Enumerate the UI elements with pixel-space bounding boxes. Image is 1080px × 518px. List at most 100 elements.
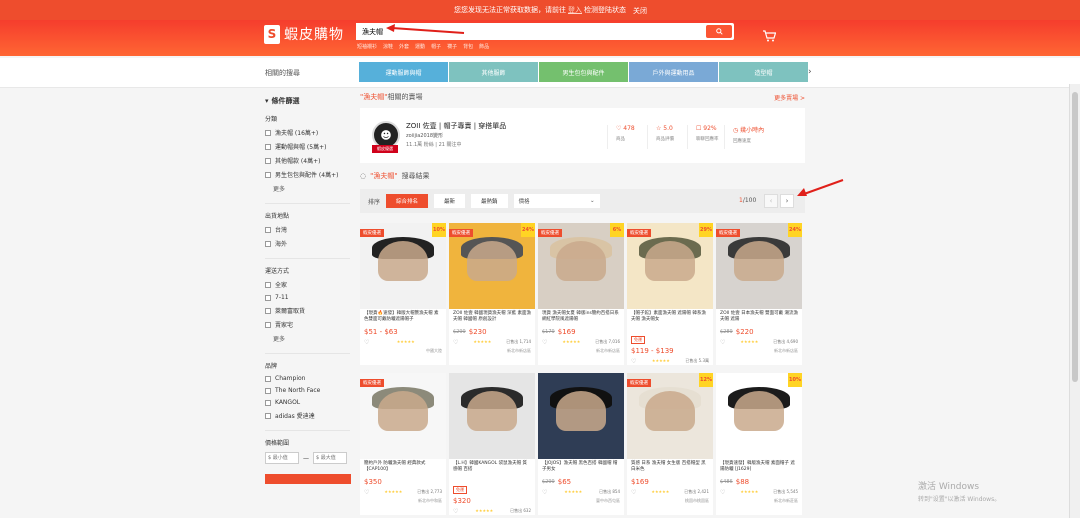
sort-button[interactable]: 最熱銷 — [471, 194, 508, 208]
search-button[interactable] — [706, 25, 732, 38]
product-title[interactable]: 【JOJOS】漁夫帽 黑色百搭 韓國帽 帽子男女 — [538, 459, 624, 476]
related-search-chip[interactable]: 戶外與運動用品 — [629, 62, 718, 82]
search-hint-link[interactable]: 背包 — [463, 43, 473, 50]
product-image[interactable]: 蝦皮優選 12% — [627, 373, 713, 459]
more-shops-link[interactable]: 更多賣場 > — [774, 93, 805, 102]
related-search-chip[interactable]: 男生包包與配件 — [539, 62, 628, 82]
product-title[interactable]: 簡約戶外 防曬漁夫帽 經典款式 【CAP100】 — [360, 459, 446, 476]
product-title[interactable]: 【帽子館】素面漁夫帽 遮陽帽 韓系漁夫帽 漁夫帽女 — [627, 309, 713, 326]
checkbox[interactable] — [265, 171, 271, 178]
price-sort-select[interactable]: 價格 ⌄ — [513, 194, 600, 208]
filter-option[interactable]: 7-11 — [265, 294, 350, 301]
related-search-chip[interactable]: 運動服飾與帽 — [359, 62, 448, 82]
search-hint-link[interactable]: 襪子 — [447, 43, 457, 50]
heart-icon[interactable]: ♡ — [453, 508, 458, 515]
filter-option[interactable]: KANGOL — [265, 399, 350, 406]
search-hint-link[interactable]: 飾品 — [479, 43, 489, 50]
filter-option[interactable]: 賣家宅 — [265, 320, 350, 329]
filter-option[interactable]: 男生包包與配件 (4萬+) — [265, 170, 350, 179]
heart-icon[interactable]: ♡ — [542, 489, 547, 496]
product-title[interactable]: ZOII 佐壹 日本漁夫帽 雙面可戴 潮流漁夫帽 遮陽 — [716, 309, 802, 326]
price-min-input[interactable] — [265, 452, 299, 464]
product-card[interactable]: 蝦皮優選 24% ZOII 佐壹 日本漁夫帽 雙面可戴 潮流漁夫帽 遮陽 $289 $2… — [716, 223, 802, 365]
search-hint-link[interactable]: 運動 — [415, 43, 425, 50]
product-title[interactable]: 【現貨🔥速發】韓版大帽簷漁夫帽 素色雙面可戴防曬遮陽帽子 — [360, 309, 446, 326]
checkbox[interactable] — [265, 157, 271, 164]
scrollbar-thumb[interactable] — [1072, 92, 1078, 382]
heart-icon[interactable]: ♡ — [364, 489, 369, 496]
product-card[interactable]: 【JOJOS】漁夫帽 黑色百搭 韓國帽 帽子男女 $299 $65 ♡ ★★★★★ 已售出… — [538, 373, 624, 515]
product-image[interactable] — [538, 373, 624, 459]
checkbox[interactable] — [265, 321, 271, 328]
product-card[interactable]: 蝦皮優選 12% 質感 日系 漁夫帽 女生版 百搭帽型 黑白米色 $169 ♡ ★★★★★… — [627, 373, 713, 515]
filter-option[interactable]: The North Face — [265, 387, 350, 394]
product-image[interactable]: 蝦皮優選 24% — [449, 223, 535, 309]
search-hint-link[interactable]: 涼鞋 — [383, 43, 393, 50]
cart-icon[interactable] — [762, 27, 777, 46]
product-image[interactable]: 蝦皮優選 10% — [360, 223, 446, 309]
login-link[interactable]: 登入 — [568, 5, 582, 15]
product-image[interactable]: 蝦皮優選 29% — [627, 223, 713, 309]
product-image[interactable]: 蝦皮優選 6% — [538, 223, 624, 309]
price-max-input[interactable] — [313, 452, 347, 464]
heart-icon[interactable]: ♡ — [631, 489, 636, 496]
shop-name[interactable]: ZOII 佐壹 | 帽子專賣 | 穿搭單品 — [406, 121, 506, 131]
apply-filter-button[interactable] — [265, 474, 351, 484]
checkbox[interactable] — [265, 375, 271, 382]
filter-option[interactable]: 運動帽與帽 (5萬+) — [265, 142, 350, 151]
checkbox[interactable] — [265, 226, 271, 233]
product-title[interactable]: 【L.H】韓國KANGOL 袋鼠漁夫帽 質感帽 百搭 — [449, 459, 535, 476]
search-hint-link[interactable]: 短袖襯衫 — [357, 43, 377, 50]
product-card[interactable]: 10% 【現貨速發】韓版漁夫帽 素面帽子 遮陽防曬 [J1629] $486 $88 ♡… — [716, 373, 802, 515]
checkbox[interactable] — [265, 281, 271, 288]
filter-option[interactable]: 台灣 — [265, 225, 350, 234]
filter-option[interactable]: adidas 愛迪達 — [265, 411, 350, 420]
heart-icon[interactable]: ♡ — [720, 339, 725, 346]
next-page-button[interactable]: › — [780, 194, 794, 208]
product-title[interactable]: 【現貨速發】韓版漁夫帽 素面帽子 遮陽防曬 [J1629] — [716, 459, 802, 476]
prev-page-button[interactable]: ‹ — [764, 194, 778, 208]
filter-option[interactable]: 其他帽款 (4萬+) — [265, 156, 350, 165]
filter-more-link[interactable]: 更多 — [273, 334, 350, 343]
product-image[interactable] — [449, 373, 535, 459]
related-search-chip[interactable]: 造型帽 — [719, 62, 808, 82]
page-scrollbar[interactable] — [1069, 84, 1080, 518]
search-hint-link[interactable]: 外套 — [399, 43, 409, 50]
product-card[interactable]: 【L.H】韓國KANGOL 袋鼠漁夫帽 質感帽 百搭 免運 $320 ♡ ★★★★★ 已售… — [449, 373, 535, 515]
heart-icon[interactable]: ♡ — [364, 339, 369, 346]
product-title[interactable]: 現貨 漁夫帽女夏 韓版ins簡約百搭日系網紅學院風遮陽帽 — [538, 309, 624, 326]
product-title[interactable]: ZOII 佐壹 韓國現貨漁夫帽 深藍 素面漁夫帽 韓國帽 原創設計 — [449, 309, 535, 326]
filter-option[interactable]: 海外 — [265, 239, 350, 248]
related-search-chip[interactable]: 其他服飾 — [449, 62, 538, 82]
checkbox[interactable] — [265, 129, 271, 136]
filter-option[interactable]: 全家 — [265, 280, 350, 289]
sort-button[interactable]: 綜合排名 — [386, 194, 429, 208]
product-card[interactable]: 蝦皮優選 10% 【現貨🔥速發】韓版大帽簷漁夫帽 素色雙面可戴防曬遮陽帽子 $51 -… — [360, 223, 446, 365]
checkbox[interactable] — [265, 294, 271, 301]
filter-option[interactable]: 萊爾富取貨 — [265, 306, 350, 315]
checkbox[interactable] — [265, 143, 271, 150]
filter-option[interactable]: Champion — [265, 375, 350, 382]
product-card[interactable]: 蝦皮優選 29% 【帽子館】素面漁夫帽 遮陽帽 韓系漁夫帽 漁夫帽女 免運 $119 -… — [627, 223, 713, 365]
checkbox[interactable] — [265, 412, 271, 419]
product-card[interactable]: 蝦皮優選 6% 現貨 漁夫帽女夏 韓版ins簡約百搭日系網紅學院風遮陽帽 $179 $1… — [538, 223, 624, 365]
product-title[interactable]: 質感 日系 漁夫帽 女生版 百搭帽型 黑白米色 — [627, 459, 713, 476]
filter-option[interactable]: 漁夫帽 (16萬+) — [265, 128, 350, 137]
checkbox[interactable] — [265, 307, 271, 314]
heart-icon[interactable]: ♡ — [720, 489, 725, 496]
heart-icon[interactable]: ♡ — [631, 358, 636, 365]
product-image[interactable]: 蝦皮優選 24% — [716, 223, 802, 309]
filter-more-link[interactable]: 更多 — [273, 184, 350, 193]
checkbox[interactable] — [265, 387, 271, 394]
product-card[interactable]: 蝦皮優選 24% ZOII 佐壹 韓國現貨漁夫帽 深藍 素面漁夫帽 韓國帽 原創設計… — [449, 223, 535, 365]
sort-button[interactable]: 最新 — [434, 194, 466, 208]
product-card[interactable]: 蝦皮優選 簡約戶外 防曬漁夫帽 經典款式 【CAP100】 $350 ♡ ★★★★★ 已售… — [360, 373, 446, 515]
logo[interactable]: S 蝦皮購物 — [264, 24, 344, 44]
product-image[interactable]: 蝦皮優選 — [360, 373, 446, 459]
checkbox[interactable] — [265, 240, 271, 247]
checkbox[interactable] — [265, 399, 271, 406]
product-image[interactable]: 10% — [716, 373, 802, 459]
notice-close-link[interactable]: 关闭 — [633, 6, 647, 16]
search-hint-link[interactable]: 帽子 — [431, 43, 441, 50]
heart-icon[interactable]: ♡ — [453, 339, 458, 346]
